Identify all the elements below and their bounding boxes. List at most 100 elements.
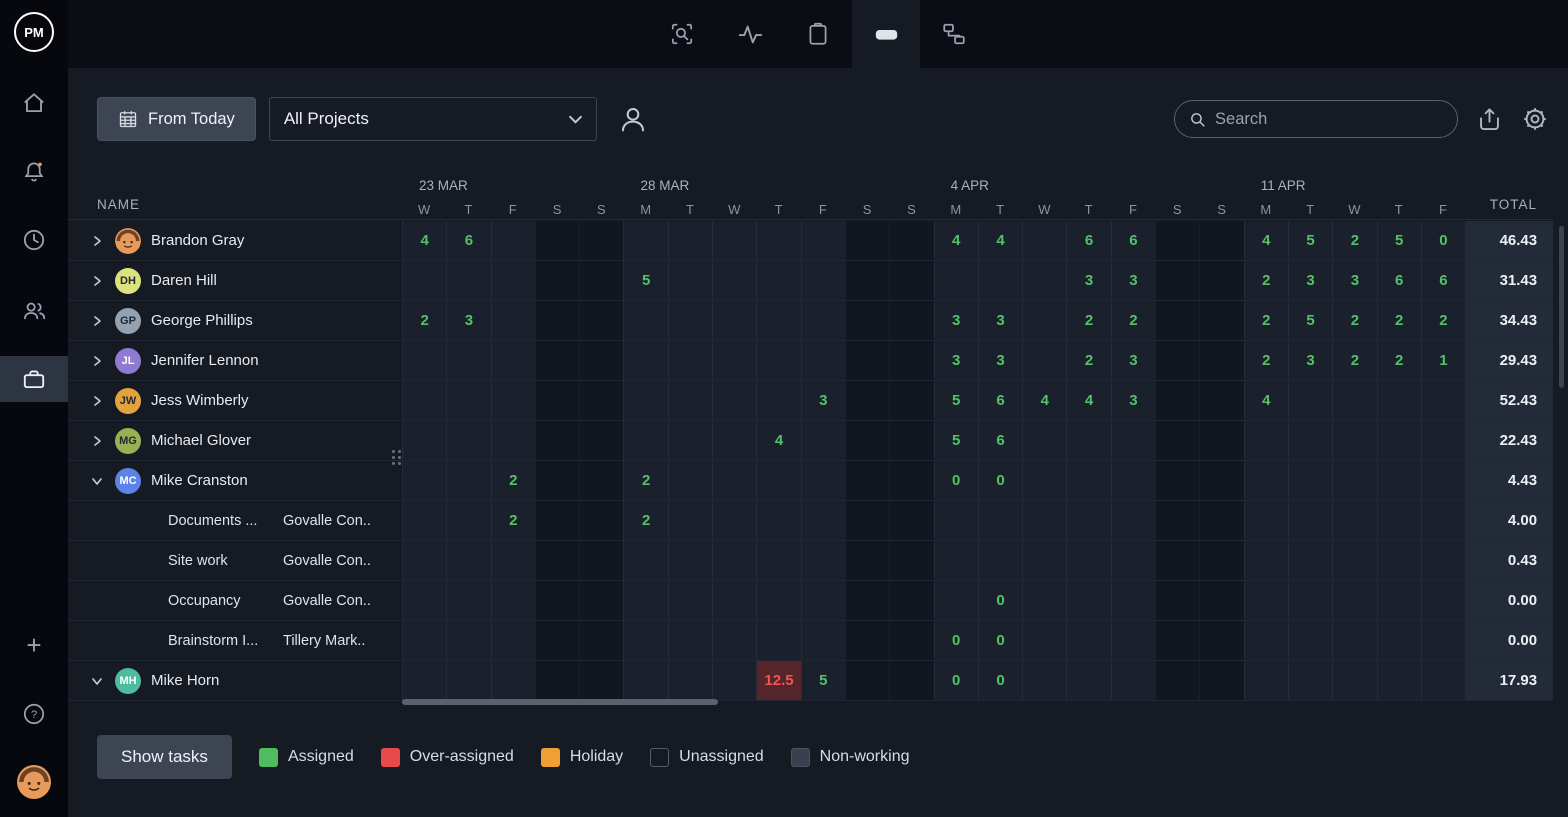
day-cell[interactable]: 6 — [1066, 221, 1110, 260]
day-cell[interactable] — [1421, 581, 1465, 620]
day-cell[interactable] — [1288, 501, 1332, 540]
day-cell[interactable] — [1022, 581, 1066, 620]
day-cell[interactable] — [579, 621, 623, 660]
day-cell[interactable] — [1199, 621, 1243, 660]
day-cell[interactable] — [1332, 581, 1376, 620]
grid-row[interactable]: JLJennifer Lennon33232322129.43 — [68, 341, 1553, 381]
day-cell[interactable] — [491, 661, 535, 700]
day-cell[interactable] — [1421, 381, 1465, 420]
day-cell[interactable] — [1022, 261, 1066, 300]
day-cell[interactable] — [535, 461, 579, 500]
day-cell[interactable] — [712, 541, 756, 580]
show-tasks-button[interactable]: Show tasks — [97, 735, 232, 779]
day-cell[interactable] — [801, 421, 845, 460]
day-cell[interactable] — [1155, 501, 1199, 540]
day-cell[interactable]: 3 — [1066, 261, 1110, 300]
day-cell[interactable] — [1022, 341, 1066, 380]
day-cell[interactable] — [446, 461, 490, 500]
day-cell[interactable] — [1066, 501, 1110, 540]
day-cell[interactable]: 4 — [756, 421, 800, 460]
day-cell[interactable]: 2 — [1244, 261, 1288, 300]
sidebar-item-notifications[interactable] — [0, 149, 68, 195]
day-cell[interactable] — [623, 421, 667, 460]
day-cell[interactable]: 5 — [801, 661, 845, 700]
day-cell[interactable]: 3 — [934, 341, 978, 380]
day-cell[interactable] — [668, 541, 712, 580]
day-cell[interactable] — [712, 501, 756, 540]
day-cell[interactable] — [1199, 421, 1243, 460]
day-cell[interactable] — [978, 541, 1022, 580]
day-cell[interactable] — [1022, 621, 1066, 660]
day-cell[interactable] — [1332, 461, 1376, 500]
day-cell[interactable]: 1 — [1421, 341, 1465, 380]
day-cell[interactable] — [579, 421, 623, 460]
day-cell[interactable]: 2 — [1066, 341, 1110, 380]
day-cell[interactable] — [712, 301, 756, 340]
day-cell[interactable] — [889, 541, 933, 580]
day-cell[interactable]: 4 — [1066, 381, 1110, 420]
day-cell[interactable] — [623, 301, 667, 340]
day-cell[interactable]: 3 — [978, 301, 1022, 340]
day-cell[interactable] — [1377, 621, 1421, 660]
day-cell[interactable]: 2 — [1244, 341, 1288, 380]
day-cell[interactable] — [402, 461, 446, 500]
day-cell[interactable] — [1022, 421, 1066, 460]
day-cell[interactable] — [1332, 381, 1376, 420]
day-cell[interactable] — [491, 421, 535, 460]
day-cell[interactable] — [535, 581, 579, 620]
day-cell[interactable]: 6 — [978, 421, 1022, 460]
day-cell[interactable] — [1066, 541, 1110, 580]
day-cell[interactable]: 12.5 — [756, 661, 800, 700]
day-cell[interactable] — [1199, 461, 1243, 500]
day-cell[interactable] — [1199, 341, 1243, 380]
day-cell[interactable] — [1332, 541, 1376, 580]
day-cell[interactable] — [491, 621, 535, 660]
day-cell[interactable] — [756, 221, 800, 260]
day-cell[interactable]: 5 — [934, 381, 978, 420]
day-cell[interactable] — [845, 221, 889, 260]
day-cell[interactable] — [756, 341, 800, 380]
day-cell[interactable] — [623, 221, 667, 260]
day-cell[interactable] — [1199, 541, 1243, 580]
day-cell[interactable] — [1022, 301, 1066, 340]
chevron-down-icon[interactable] — [91, 675, 103, 687]
day-cell[interactable] — [1421, 501, 1465, 540]
chevron-right-icon[interactable] — [91, 235, 103, 247]
export-button[interactable] — [1476, 106, 1503, 133]
day-cell[interactable]: 2 — [623, 461, 667, 500]
day-cell[interactable] — [801, 461, 845, 500]
day-cell[interactable] — [1155, 661, 1199, 700]
day-cell[interactable]: 3 — [446, 301, 490, 340]
day-cell[interactable]: 2 — [623, 501, 667, 540]
chevron-right-icon[interactable] — [91, 275, 103, 287]
day-cell[interactable] — [446, 341, 490, 380]
day-cell[interactable] — [579, 261, 623, 300]
vertical-scrollbar[interactable] — [1559, 226, 1564, 388]
day-cell[interactable] — [402, 341, 446, 380]
day-cell[interactable] — [1377, 381, 1421, 420]
day-cell[interactable] — [801, 581, 845, 620]
sidebar-item-home[interactable] — [0, 80, 68, 126]
tab-clipboard[interactable] — [784, 0, 852, 68]
day-cell[interactable] — [1111, 621, 1155, 660]
day-cell[interactable] — [668, 421, 712, 460]
day-cell[interactable]: 3 — [934, 301, 978, 340]
day-cell[interactable] — [1111, 581, 1155, 620]
day-cell[interactable] — [1377, 541, 1421, 580]
day-cell[interactable] — [1244, 541, 1288, 580]
day-cell[interactable] — [535, 541, 579, 580]
day-cell[interactable] — [668, 381, 712, 420]
day-cell[interactable] — [668, 301, 712, 340]
sidebar-add-button[interactable]: + — [0, 622, 68, 668]
day-cell[interactable] — [402, 421, 446, 460]
day-cell[interactable] — [889, 501, 933, 540]
day-cell[interactable] — [1199, 381, 1243, 420]
day-cell[interactable] — [889, 261, 933, 300]
day-cell[interactable] — [889, 661, 933, 700]
day-cell[interactable] — [756, 461, 800, 500]
day-cell[interactable] — [402, 661, 446, 700]
day-cell[interactable] — [668, 581, 712, 620]
day-cell[interactable] — [1111, 661, 1155, 700]
day-cell[interactable] — [1199, 221, 1243, 260]
day-cell[interactable] — [491, 261, 535, 300]
